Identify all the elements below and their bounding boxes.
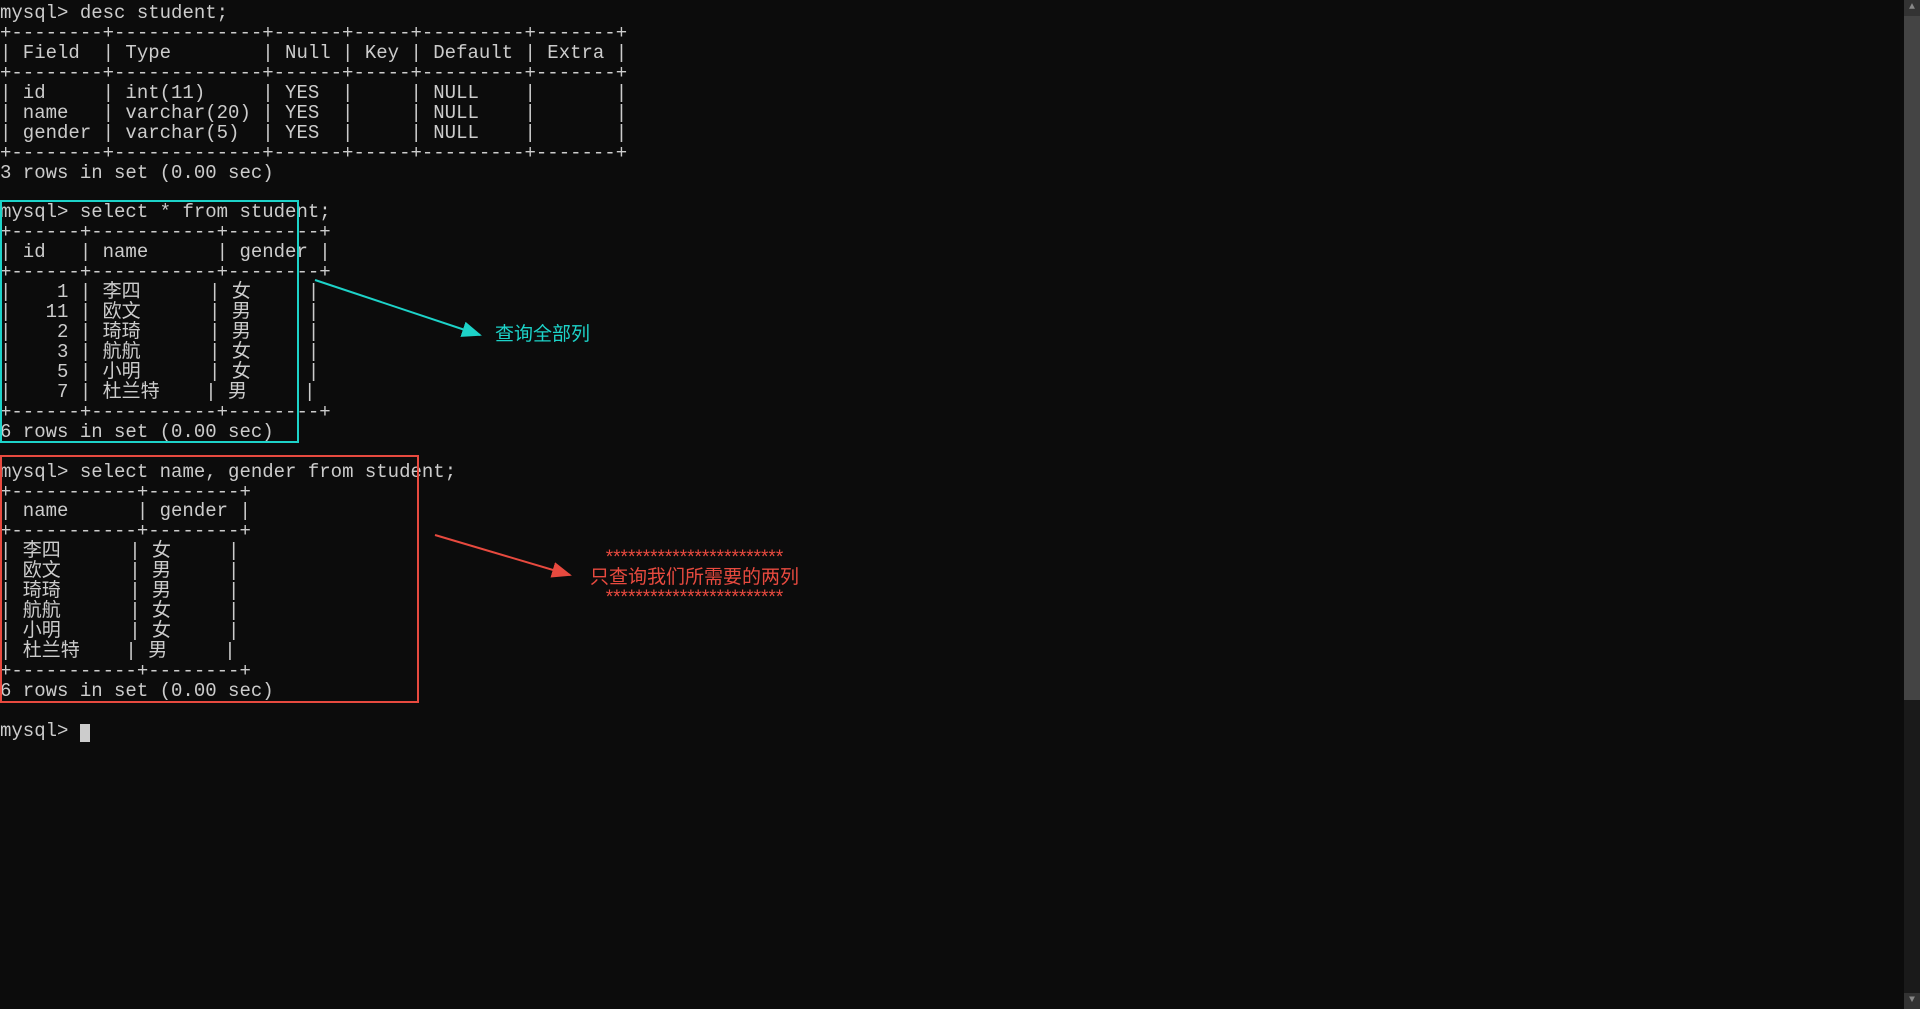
annotation-red-label: 只查询我们所需要的两列 <box>590 568 799 588</box>
select-cols-row: | 欧文 | 男 | <box>0 560 239 582</box>
scrollbar-down-icon[interactable]: ▼ <box>1904 993 1920 1009</box>
select-all-row: | 1 | 李四 | 女 | <box>0 281 319 303</box>
select-cols-row: | 小明 | 女 | <box>0 620 239 642</box>
desc-border-top: +--------+-------------+------+-----+---… <box>0 22 627 44</box>
prompt: mysql> <box>0 2 68 24</box>
select-all-border-bot: +------+-----------+--------+ <box>0 401 331 423</box>
prompt: mysql> <box>0 720 68 742</box>
select-cols-header: | name | gender | <box>0 500 251 522</box>
select-cols-row: | 杜兰特 | 男 | <box>0 640 236 662</box>
desc-row: | id | int(11) | YES | | NULL | | <box>0 82 627 104</box>
command-desc: desc student; <box>80 2 228 24</box>
select-all-row: | 7 | 杜兰特 | 男 | <box>0 381 315 403</box>
annotation-red-stars-bottom: ************************ <box>590 588 799 608</box>
desc-border-mid: +--------+-------------+------+-----+---… <box>0 62 627 84</box>
select-all-border-top: +------+-----------+--------+ <box>0 221 331 243</box>
select-cols-border-top: +-----------+--------+ <box>0 481 251 503</box>
command-select-cols: select name, gender from student; <box>80 461 456 483</box>
select-all-row: | 5 | 小明 | 女 | <box>0 361 319 383</box>
select-all-row: | 11 | 欧文 | 男 | <box>0 301 319 323</box>
annotation-cyan-label: 查询全部列 <box>495 325 590 345</box>
command-select-all: select * from student; <box>80 201 331 223</box>
select-cols-row: | 航航 | 女 | <box>0 600 239 622</box>
cursor-icon <box>80 724 90 742</box>
select-cols-row: | 李四 | 女 | <box>0 540 239 562</box>
select-all-row: | 3 | 航航 | 女 | <box>0 341 319 363</box>
annotation-red-block: ************************ 只查询我们所需要的两列 ***… <box>590 548 799 608</box>
scrollbar-vertical[interactable]: ▲ ▼ <box>1904 0 1920 1009</box>
scrollbar-track[interactable] <box>1904 16 1920 993</box>
desc-header: | Field | Type | Null | Key | Default | … <box>0 42 627 64</box>
select-all-row: | 2 | 琦琦 | 男 | <box>0 321 319 343</box>
annotation-red-stars-top: ************************ <box>590 548 799 568</box>
select-all-header: | id | name | gender | <box>0 241 331 263</box>
select-all-footer: 6 rows in set (0.00 sec) <box>0 421 274 443</box>
desc-footer: 3 rows in set (0.00 sec) <box>0 162 274 184</box>
scrollbar-thumb[interactable] <box>1904 16 1920 700</box>
prompt: mysql> <box>0 201 68 223</box>
terminal-output: mysql> desc student; +--------+---------… <box>0 0 1920 742</box>
desc-border-bot: +--------+-------------+------+-----+---… <box>0 142 627 164</box>
select-cols-row: | 琦琦 | 男 | <box>0 580 239 602</box>
prompt: mysql> <box>0 461 68 483</box>
select-cols-footer: 6 rows in set (0.00 sec) <box>0 680 274 702</box>
desc-row: | gender | varchar(5) | YES | | NULL | | <box>0 122 627 144</box>
scrollbar-up-icon[interactable]: ▲ <box>1904 0 1920 16</box>
select-cols-border-bot: +-----------+--------+ <box>0 660 251 682</box>
select-all-border-mid: +------+-----------+--------+ <box>0 261 331 283</box>
desc-row: | name | varchar(20) | YES | | NULL | | <box>0 102 627 124</box>
